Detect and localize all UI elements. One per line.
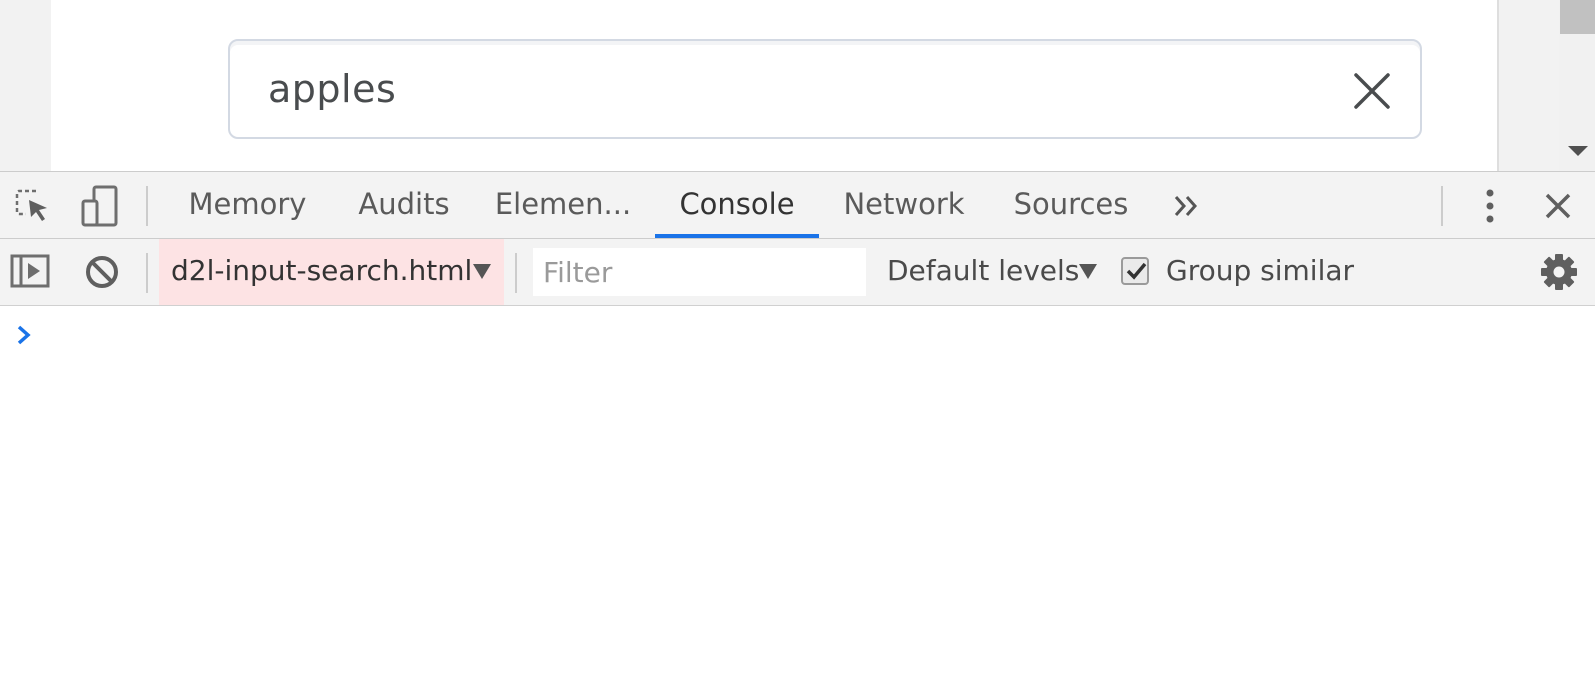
tab-network[interactable]: Network	[834, 172, 974, 238]
search-input-box[interactable]: apples	[228, 39, 1422, 139]
toolbar-divider	[146, 253, 148, 293]
scroll-down-arrow-icon[interactable]	[1566, 139, 1590, 163]
double-chevron-right-icon[interactable]	[1172, 192, 1202, 220]
close-devtools-icon[interactable]	[1544, 192, 1572, 220]
page-content: apples	[51, 0, 1497, 171]
more-options-icon[interactable]	[1479, 188, 1501, 224]
checkmark-icon	[1126, 262, 1147, 280]
gear-icon[interactable]	[1539, 252, 1579, 292]
tab-audits[interactable]: Audits	[351, 172, 457, 238]
tab-elements[interactable]: Elemen...	[493, 172, 633, 238]
device-toolbar-icon[interactable]	[80, 184, 120, 228]
javascript-context-selector[interactable]: d2l-input-search.html	[159, 239, 504, 305]
console-prompt-icon	[17, 325, 31, 345]
group-similar-checkbox[interactable]	[1121, 257, 1149, 285]
levels-label: Default levels	[887, 254, 1080, 287]
page-edge-divider	[1497, 0, 1499, 171]
console-sidebar-icon[interactable]	[10, 253, 50, 289]
tab-console[interactable]: Console	[655, 172, 819, 238]
tab-memory[interactable]: Memory	[180, 172, 315, 238]
toolbar-divider	[1441, 186, 1443, 226]
search-input-value[interactable]: apples	[268, 67, 396, 111]
scrollbar-thumb[interactable]	[1560, 0, 1595, 34]
console-toolbar: d2l-input-search.html Default levels Gro…	[0, 239, 1595, 306]
log-levels-dropdown[interactable]: Default levels	[882, 239, 1102, 305]
devtools-tab-bar: Memory Audits Elemen... Console Network …	[0, 171, 1595, 239]
chevron-down-icon	[473, 264, 491, 279]
inspect-element-icon[interactable]	[14, 188, 52, 226]
chevron-down-icon	[1079, 264, 1097, 279]
tab-sources[interactable]: Sources	[1005, 172, 1137, 238]
group-similar-label: Group similar	[1166, 254, 1355, 287]
toolbar-divider	[515, 253, 517, 293]
filter-input[interactable]	[533, 248, 866, 296]
context-label: d2l-input-search.html	[171, 254, 473, 287]
clear-console-icon[interactable]	[84, 254, 120, 290]
toolbar-divider	[146, 186, 148, 226]
page-viewport: apples	[0, 0, 1595, 171]
clear-search-icon[interactable]	[1350, 69, 1394, 113]
console-output[interactable]	[0, 306, 1595, 678]
